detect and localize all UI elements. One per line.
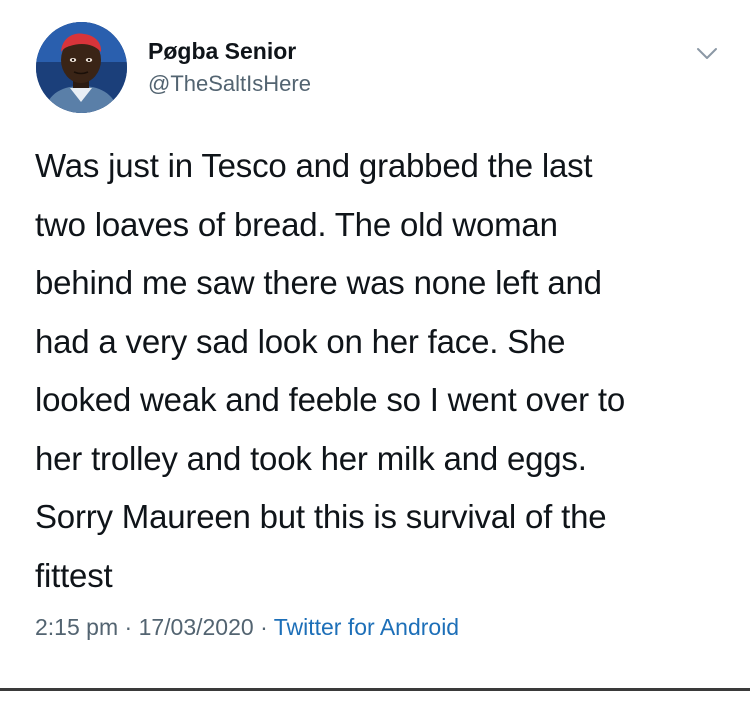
tweet-text-line: fittest [35,556,113,594]
tweet-text-line: Sorry Maureen but this is survival of th… [35,498,607,535]
tweet-meta: 2:15 pm · 17/03/2020 · Twitter for Andro… [35,614,459,641]
chevron-down-icon[interactable] [694,40,720,66]
tweet-text-line: her trolley and took her milk and eggs. [35,439,587,477]
tweet-text-line: behind me saw there was none left and [35,264,602,301]
author-handle[interactable]: @TheSaltIsHere [148,71,311,97]
divider [0,688,750,691]
profile-photo-icon [36,22,127,113]
meta-separator: · [260,614,268,640]
tweet-text: Was just in Tesco and grabbed the last t… [35,137,725,605]
tweet-time[interactable]: 2:15 pm [35,614,118,640]
avatar[interactable] [36,22,127,113]
tweet-text-line: had a very sad look on her face. She [35,322,566,360]
author-display-name[interactable]: Pøgba Senior [148,38,296,65]
tweet-card: Pøgba Senior @TheSaltIsHere Was just in … [0,0,750,705]
tweet-source-link[interactable]: Twitter for Android [274,614,459,640]
tweet-text-line: Was just in Tesco and grabbed the last [35,147,593,184]
tweet-text-line: looked weak and feeble so I went over to [35,381,626,418]
tweet-text-line: two loaves of bread. The old woman [35,205,558,243]
meta-separator: · [124,614,133,640]
tweet-date[interactable]: 17/03/2020 [139,614,254,640]
